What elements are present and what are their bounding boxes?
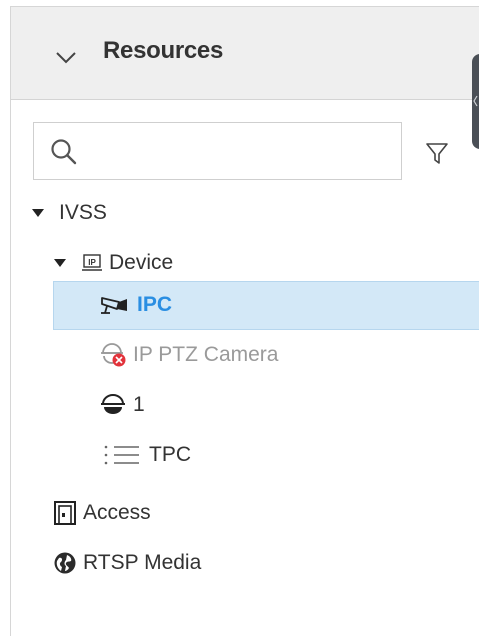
globe-icon — [53, 551, 77, 575]
panel-header[interactable]: Resources — [11, 7, 479, 100]
dome-camera-icon — [99, 392, 127, 418]
caret-down-icon[interactable] — [31, 208, 45, 218]
tree-node-rtsp-media[interactable]: RTSP Media — [53, 539, 201, 587]
chevron-down-icon[interactable] — [55, 50, 77, 66]
tree-node-label: TPC — [149, 443, 191, 466]
collapse-handle[interactable] — [472, 54, 479, 149]
search-icon — [51, 139, 77, 165]
tree-node-label: 1 — [133, 393, 145, 416]
tree-node-ivss[interactable]: IVSS — [31, 189, 107, 237]
door-access-icon — [53, 500, 77, 526]
tree-node-tpc[interactable]: TPC — [103, 431, 191, 479]
ptz-camera-offline-icon — [99, 342, 127, 368]
panel-title: Resources — [103, 37, 224, 64]
tree-node-label: RTSP Media — [83, 551, 202, 574]
tree-node-label: IPC — [137, 293, 173, 316]
ip-device-icon: IP — [81, 254, 103, 272]
tree-node-1[interactable]: 1 — [99, 381, 145, 429]
svg-text:IP: IP — [88, 258, 96, 267]
list-icon — [103, 444, 143, 466]
resources-panel: Resources IVSS IP Device IPC IP PTZ Came… — [10, 6, 479, 636]
tree-node-label: Device — [109, 251, 174, 274]
tree-node-label: IVSS — [59, 201, 107, 224]
search-field[interactable] — [33, 122, 402, 180]
filter-icon[interactable] — [425, 141, 449, 165]
caret-down-icon[interactable] — [53, 258, 67, 268]
tree-node-access[interactable]: Access — [53, 489, 151, 537]
search-input[interactable] — [92, 133, 392, 169]
chevron-left-icon — [473, 95, 478, 107]
bullet-camera-icon — [99, 294, 131, 316]
tree-node-ipc[interactable]: IPC — [99, 281, 172, 329]
tree-node-ip-ptz-camera[interactable]: IP PTZ Camera — [99, 331, 278, 379]
tree-node-label: Access — [83, 501, 151, 524]
tree-node-device[interactable]: IP Device — [53, 239, 173, 287]
tree-node-label: IP PTZ Camera — [133, 343, 279, 366]
